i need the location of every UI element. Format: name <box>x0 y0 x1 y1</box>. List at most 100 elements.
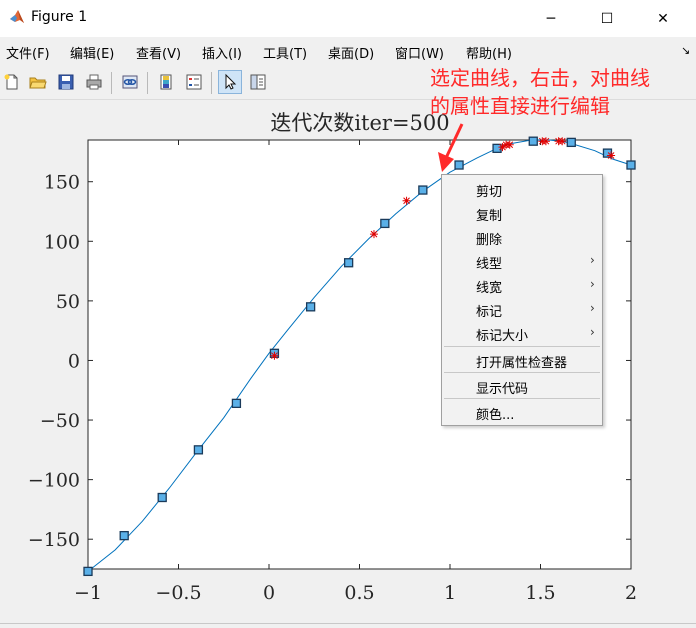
square-marker <box>157 492 167 503</box>
menu-bar: 文件(F) 编辑(E) 查看(V) 插入(I) 工具(T) 桌面(D) 窗口(W… <box>0 38 696 64</box>
y-tick-label: 0 <box>68 350 80 372</box>
edit-plot-button[interactable] <box>218 70 242 94</box>
matlab-logo-icon <box>10 10 24 23</box>
context-item-label: 复制 <box>476 209 503 224</box>
x-tick-label: 2 <box>625 582 637 604</box>
y-tick-label: −100 <box>28 470 80 492</box>
context-item-label: 删除 <box>476 233 503 248</box>
chevron-right-icon: › <box>590 277 595 291</box>
new-figure-button[interactable] <box>0 70 24 94</box>
asterisk-marker <box>541 137 550 146</box>
dock-arrow-icon[interactable]: ↘ <box>681 44 690 57</box>
print-icon <box>86 74 102 90</box>
context-separator <box>444 372 600 373</box>
insert-legend-icon <box>186 74 202 90</box>
asterisk-marker <box>505 140 514 149</box>
annotation-line: 的属性直接进行编辑 <box>430 94 610 118</box>
chevron-right-icon: › <box>590 301 595 315</box>
menu-window[interactable]: 窗口(W) <box>395 43 444 62</box>
print-button[interactable] <box>82 70 106 94</box>
square-marker <box>380 218 390 229</box>
menu-file[interactable]: 文件(F) <box>6 43 50 62</box>
square-marker <box>626 160 636 170</box>
chart-title: 迭代次数iter=500 <box>270 111 449 135</box>
context-menu: 剪切 复制 删除 线型 › 线宽 › 标记 › 标记大小 › 打开属性检查器 显… <box>441 174 603 426</box>
square-marker <box>343 258 354 268</box>
asterisk-marker <box>369 230 378 239</box>
menu-view[interactable]: 查看(V) <box>136 43 181 62</box>
title-bar: Figure 1 ─ ☐ ✕ <box>0 0 696 37</box>
context-item-open-inspector[interactable]: 打开属性检查器 <box>442 348 602 372</box>
chevron-right-icon: › <box>590 325 595 339</box>
property-inspector-button[interactable] <box>246 70 270 94</box>
minimize-icon: ─ <box>546 10 556 27</box>
y-tick-label: 100 <box>44 231 80 253</box>
square-marker <box>119 530 129 541</box>
insert-colorbar-icon <box>160 74 172 90</box>
context-separator <box>444 346 600 347</box>
context-item-label: 线宽 <box>476 281 503 296</box>
link-plot-button[interactable] <box>118 70 142 94</box>
toolbar-separator <box>111 72 112 94</box>
annotation-line: 选定曲线，右击，对曲线 <box>430 66 650 90</box>
maximize-icon: ☐ <box>600 10 614 27</box>
menu-tools[interactable]: 工具(T) <box>263 43 307 62</box>
menu-help[interactable]: 帮助(H) <box>466 43 512 62</box>
square-marker <box>418 185 428 195</box>
property-inspector-icon <box>250 74 266 90</box>
close-button[interactable]: ✕ <box>640 0 686 37</box>
menu-desktop[interactable]: 桌面(D) <box>328 43 374 62</box>
close-icon: ✕ <box>657 10 669 27</box>
context-item-label: 打开属性检查器 <box>476 356 568 371</box>
context-item-label: 线型 <box>476 257 503 272</box>
x-tick-label: 0 <box>263 582 275 604</box>
asterisk-marker <box>402 196 411 205</box>
toolbar-separator <box>211 72 212 94</box>
minimize-button[interactable]: ─ <box>528 0 574 37</box>
open-file-button[interactable] <box>26 70 50 94</box>
save-button[interactable] <box>54 70 78 94</box>
context-item-line-style[interactable]: 线型 › <box>442 249 602 273</box>
y-tick-label: 150 <box>44 172 80 194</box>
y-tick-label: −150 <box>28 529 80 551</box>
save-icon <box>58 74 74 90</box>
menu-edit[interactable]: 编辑(E) <box>70 43 114 62</box>
square-marker <box>83 566 93 577</box>
y-tick-label: 50 <box>56 291 80 313</box>
square-marker <box>566 137 576 148</box>
maximize-button[interactable]: ☐ <box>584 0 630 37</box>
x-tick-label: 1.5 <box>525 582 555 604</box>
context-item-copy[interactable]: 复制 <box>442 201 602 225</box>
x-tick-label: 0.5 <box>344 582 374 604</box>
context-item-cut[interactable]: 剪切 <box>442 177 602 201</box>
link-plot-icon <box>122 75 138 89</box>
insert-legend-button[interactable] <box>182 70 206 94</box>
insert-colorbar-button[interactable] <box>154 70 178 94</box>
context-item-label: 剪切 <box>476 185 503 200</box>
new-figure-icon <box>4 74 18 90</box>
context-item-label: 标记 <box>476 305 503 320</box>
context-item-label: 标记大小 <box>476 329 529 344</box>
context-item-delete[interactable]: 删除 <box>442 225 602 249</box>
context-item-marker-size[interactable]: 标记大小 › <box>442 321 602 345</box>
x-tick-label: −0.5 <box>155 582 201 604</box>
status-border <box>0 623 696 624</box>
context-item-color[interactable]: 颜色... <box>442 400 602 424</box>
x-tick-label: −1 <box>74 582 102 604</box>
asterisk-marker <box>607 151 616 160</box>
menu-insert[interactable]: 插入(I) <box>202 43 242 62</box>
open-file-icon <box>29 77 47 89</box>
square-marker <box>193 445 204 455</box>
context-item-marker[interactable]: 标记 › <box>442 297 602 321</box>
context-item-label: 显示代码 <box>476 382 529 397</box>
y-tick-label: −50 <box>40 410 80 432</box>
asterisk-marker <box>558 137 567 146</box>
square-marker <box>454 160 464 170</box>
toolbar-separator <box>147 72 148 94</box>
context-item-show-code[interactable]: 显示代码 <box>442 374 602 398</box>
context-item-label: 颜色... <box>476 408 515 423</box>
context-item-line-width[interactable]: 线宽 › <box>442 273 602 297</box>
square-marker <box>528 136 538 146</box>
annotation-text: 选定曲线，右击，对曲线 的属性直接进行编辑 <box>430 64 650 120</box>
edit-plot-arrow-icon <box>225 73 237 90</box>
